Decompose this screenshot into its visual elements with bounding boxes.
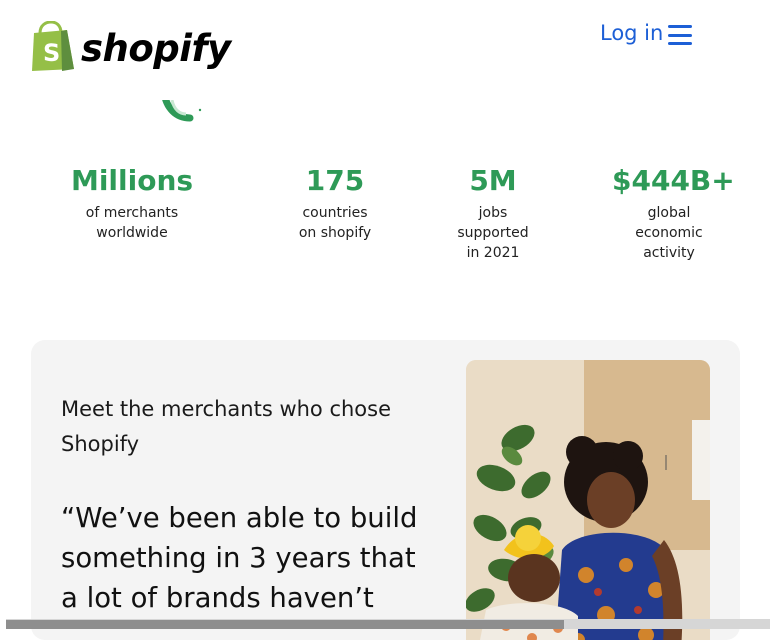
stat-economic-activity: $444B+ global economic activity — [612, 164, 735, 263]
stat-value: $444B+ — [612, 164, 735, 197]
stat-label: jobs supported in 2021 — [457, 205, 529, 261]
stat-value: 175 — [305, 164, 365, 197]
stat-jobs: 5M jobs supported in 2021 — [450, 164, 536, 263]
login-link[interactable]: Log in — [600, 21, 663, 45]
merchant-photo-illustration — [466, 360, 710, 640]
shopify-logo[interactable]: S shopify — [31, 20, 231, 72]
stat-merchants: Millions of merchants worldwide — [70, 164, 194, 243]
horizontal-scrollbar[interactable] — [6, 619, 770, 629]
merchant-quote: “We’ve been able to build something in 3… — [61, 502, 418, 614]
merchant-photo — [466, 360, 710, 640]
stat-label: global economic activity — [635, 205, 703, 261]
stat-value: 5M — [469, 164, 517, 197]
scrollbar-thumb[interactable] — [6, 620, 564, 629]
svg-text:S: S — [43, 39, 60, 67]
shopping-bag-icon: S — [32, 21, 74, 71]
stat-countries: 175 countries on shopify — [295, 164, 375, 243]
stat-label: of merchants worldwide — [85, 205, 179, 241]
site-header: S shopify Log in — [0, 0, 770, 100]
merchant-story-card[interactable]: Meet the merchants who chose Shopify “We… — [31, 340, 740, 640]
hamburger-menu-icon[interactable] — [668, 25, 692, 45]
stat-value: Millions — [70, 164, 194, 197]
section-heading: Meet the merchants who chose Shopify — [61, 397, 392, 456]
logo-wordmark: shopify — [81, 26, 231, 70]
stat-label: countries on shopify — [298, 205, 372, 241]
